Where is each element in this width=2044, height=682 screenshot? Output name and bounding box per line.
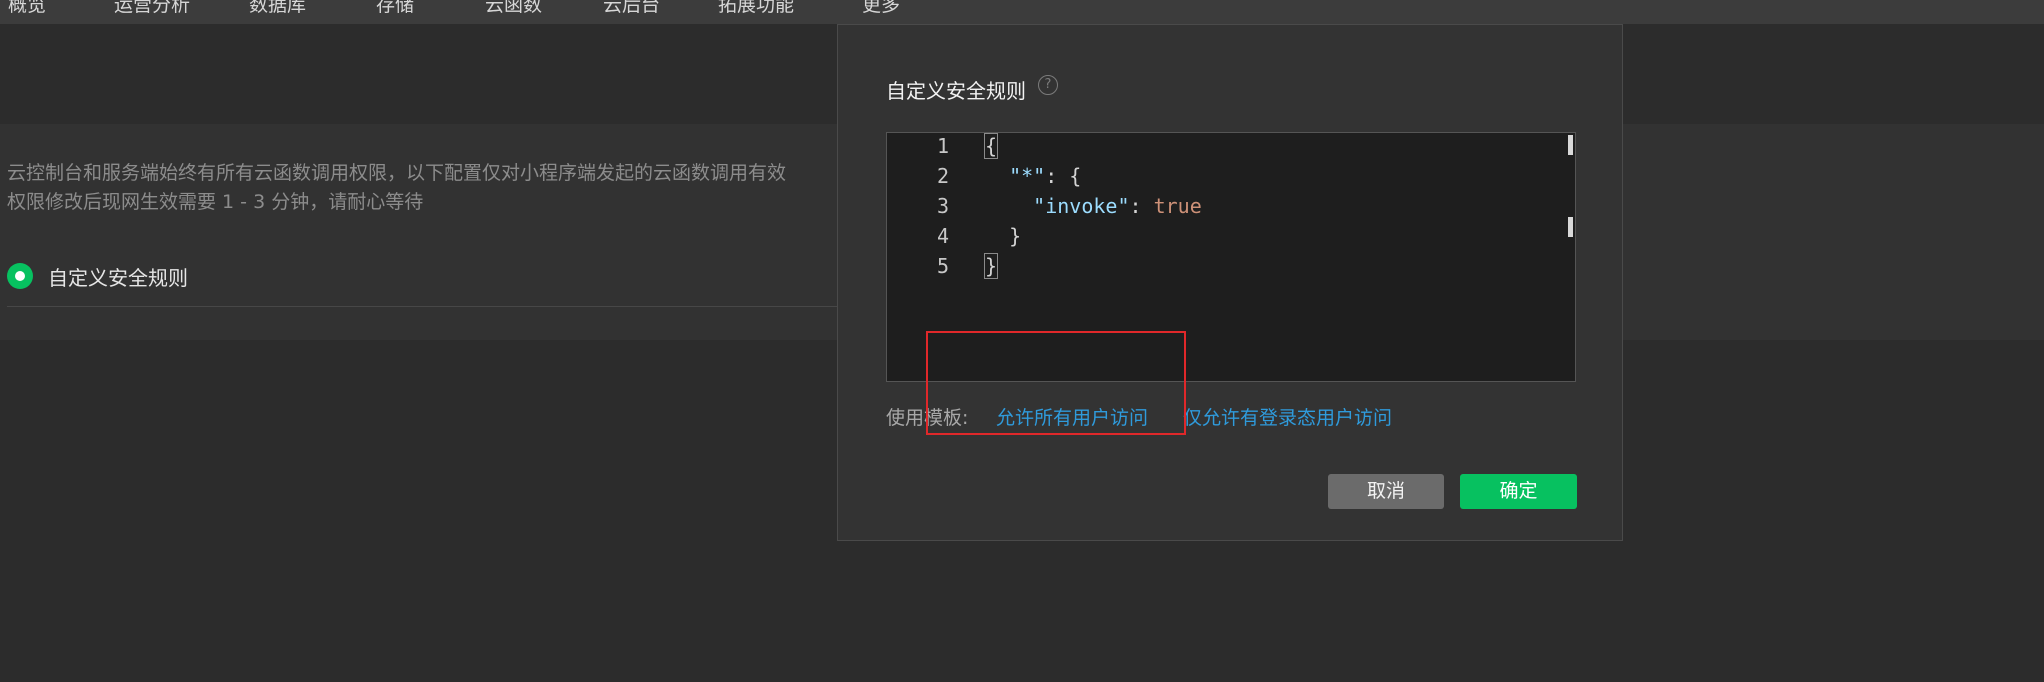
line-number: 5: [936, 254, 949, 278]
nav-item-analytics[interactable]: 运营分析: [114, 0, 190, 17]
code-token: }: [985, 224, 1022, 248]
permission-notice-line1: 云控制台和服务端始终有所有云函数调用权限，以下配置仅对小程序端发起的云函数调用有…: [7, 162, 787, 184]
question-circle-icon[interactable]: ?: [1038, 75, 1058, 95]
highlight-annotation: [926, 331, 1186, 435]
line-number: 2: [936, 164, 949, 188]
code-token: "invoke": true: [1033, 194, 1202, 218]
nav-item-backend[interactable]: 云后台: [603, 0, 660, 17]
template-logged-in-link[interactable]: 仅允许有登录态用户访问: [1183, 403, 1392, 430]
code-line: }: [985, 224, 1021, 248]
nav-item-extensions[interactable]: 拓展功能: [718, 0, 794, 17]
permission-notice-line2: 权限修改后现网生效需要 1 - 3 分钟，请耐心等待: [7, 191, 424, 213]
line-number: 1: [936, 134, 949, 158]
code-token: {: [983, 133, 999, 159]
code-line: {: [983, 133, 999, 159]
code-line: "invoke": true: [985, 194, 1202, 218]
code-token: }: [983, 253, 999, 279]
code-line: "*": {: [985, 164, 1081, 188]
custom-rule-dialog: 自定义安全规则 ? 1 2 3 4 5 { "*": { "invoke": t…: [837, 24, 1623, 541]
line-number: 4: [936, 224, 949, 248]
nav-item-overview[interactable]: 概览: [8, 0, 46, 17]
scrollbar-thumb[interactable]: [1568, 217, 1573, 237]
nav-item-database[interactable]: 数据库: [249, 0, 306, 17]
dialog-title: 自定义安全规则: [886, 79, 1026, 103]
nav-item-more[interactable]: 更多: [862, 0, 900, 17]
code-token: "*": {: [1009, 164, 1082, 188]
code-line: }: [983, 253, 999, 279]
scrollbar-thumb[interactable]: [1568, 135, 1573, 155]
editor-scrollbar[interactable]: [1568, 133, 1573, 298]
confirm-button[interactable]: 确定: [1460, 474, 1577, 509]
line-number: 3: [936, 194, 949, 218]
panel-divider: [7, 306, 837, 307]
custom-rule-radio-label[interactable]: 自定义安全规则: [48, 262, 188, 291]
cancel-button[interactable]: 取消: [1328, 474, 1444, 509]
custom-rule-radio[interactable]: [7, 263, 33, 289]
top-nav: 概览 运营分析 数据库 存储 云函数 云后台 拓展功能 更多: [0, 0, 2044, 24]
nav-item-storage[interactable]: 存储: [376, 0, 414, 17]
nav-item-functions[interactable]: 云函数: [485, 0, 542, 17]
